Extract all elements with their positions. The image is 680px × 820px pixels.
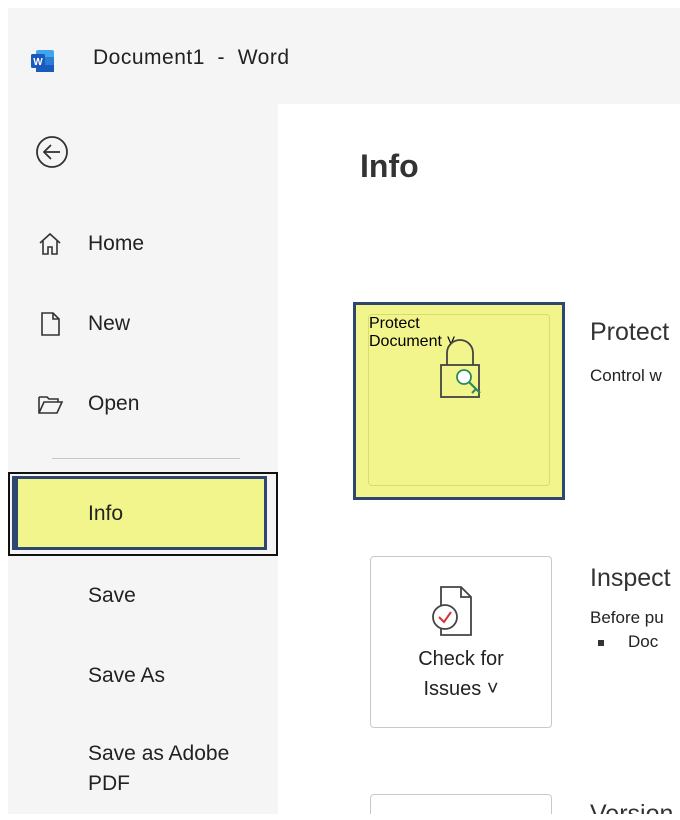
- info-pane: Info Protect Document ˅ Protect Control …: [278, 104, 680, 814]
- protect-tile-label: Protect: [369, 315, 420, 332]
- home-icon: [39, 232, 61, 255]
- sidebar-item-label: Open: [88, 392, 140, 415]
- sidebar-item-label: Save as Adobe: [88, 742, 230, 765]
- back-arrow-icon[interactable]: [32, 132, 72, 172]
- lock-key-icon: [440, 339, 481, 398]
- new-document-icon: [41, 312, 60, 336]
- folder-open-icon: [38, 396, 64, 414]
- check-tile-label: Check for: [418, 648, 504, 670]
- check-tile-label: Issues ˅: [423, 678, 499, 700]
- protect-heading: Protect: [590, 318, 670, 346]
- title-bar: W Document1 - Word: [8, 8, 680, 104]
- inspect-heading: Inspect: [590, 564, 671, 592]
- sidebar-item-label: Save As: [88, 664, 166, 687]
- word-backstage-window: W Document1 - Word Home New Open Info Sa…: [8, 8, 680, 814]
- sidebar-item-info[interactable]: Info: [8, 472, 278, 556]
- bullet-marker: [598, 640, 604, 646]
- sidebar-item-home[interactable]: Home: [8, 214, 270, 274]
- protect-document-button[interactable]: Protect Document ˅: [368, 314, 550, 486]
- version-history-button[interactable]: [370, 794, 552, 814]
- sidebar-divider: [52, 458, 240, 459]
- inspect-bullet: Doc: [628, 632, 659, 651]
- sidebar-item-label: PDF: [88, 772, 130, 795]
- protect-description: Control w: [590, 366, 662, 385]
- sidebar-item-label: Save: [88, 584, 136, 607]
- window-title: Document1 - Word: [93, 46, 290, 69]
- sidebar-item-save[interactable]: Save: [8, 566, 270, 626]
- sidebar-item-label: Info: [88, 502, 124, 525]
- word-app-icon: W: [31, 50, 54, 72]
- check-for-issues-button[interactable]: Check for Issues ˅: [370, 556, 552, 728]
- inspect-description: Before pu: [590, 608, 664, 627]
- inspect-document-icon: [432, 586, 472, 636]
- sidebar-item-new[interactable]: New: [8, 294, 270, 354]
- info-highlight: [12, 476, 267, 550]
- page-title: Info: [360, 148, 419, 184]
- backstage-sidebar: Home New Open Info Save Save As Save as …: [8, 104, 278, 814]
- word-icon-letter: W: [33, 57, 43, 68]
- sidebar-item-label: New: [88, 312, 131, 335]
- version-heading: Version: [590, 800, 674, 814]
- history-icon: [431, 811, 485, 814]
- sidebar-item-label: Home: [88, 232, 145, 255]
- sidebar-item-save-as-adobe-pdf[interactable]: Save as Adobe PDF: [8, 726, 270, 806]
- sidebar-item-open[interactable]: Open: [8, 374, 270, 434]
- sidebar-item-save-as[interactable]: Save As: [8, 646, 270, 706]
